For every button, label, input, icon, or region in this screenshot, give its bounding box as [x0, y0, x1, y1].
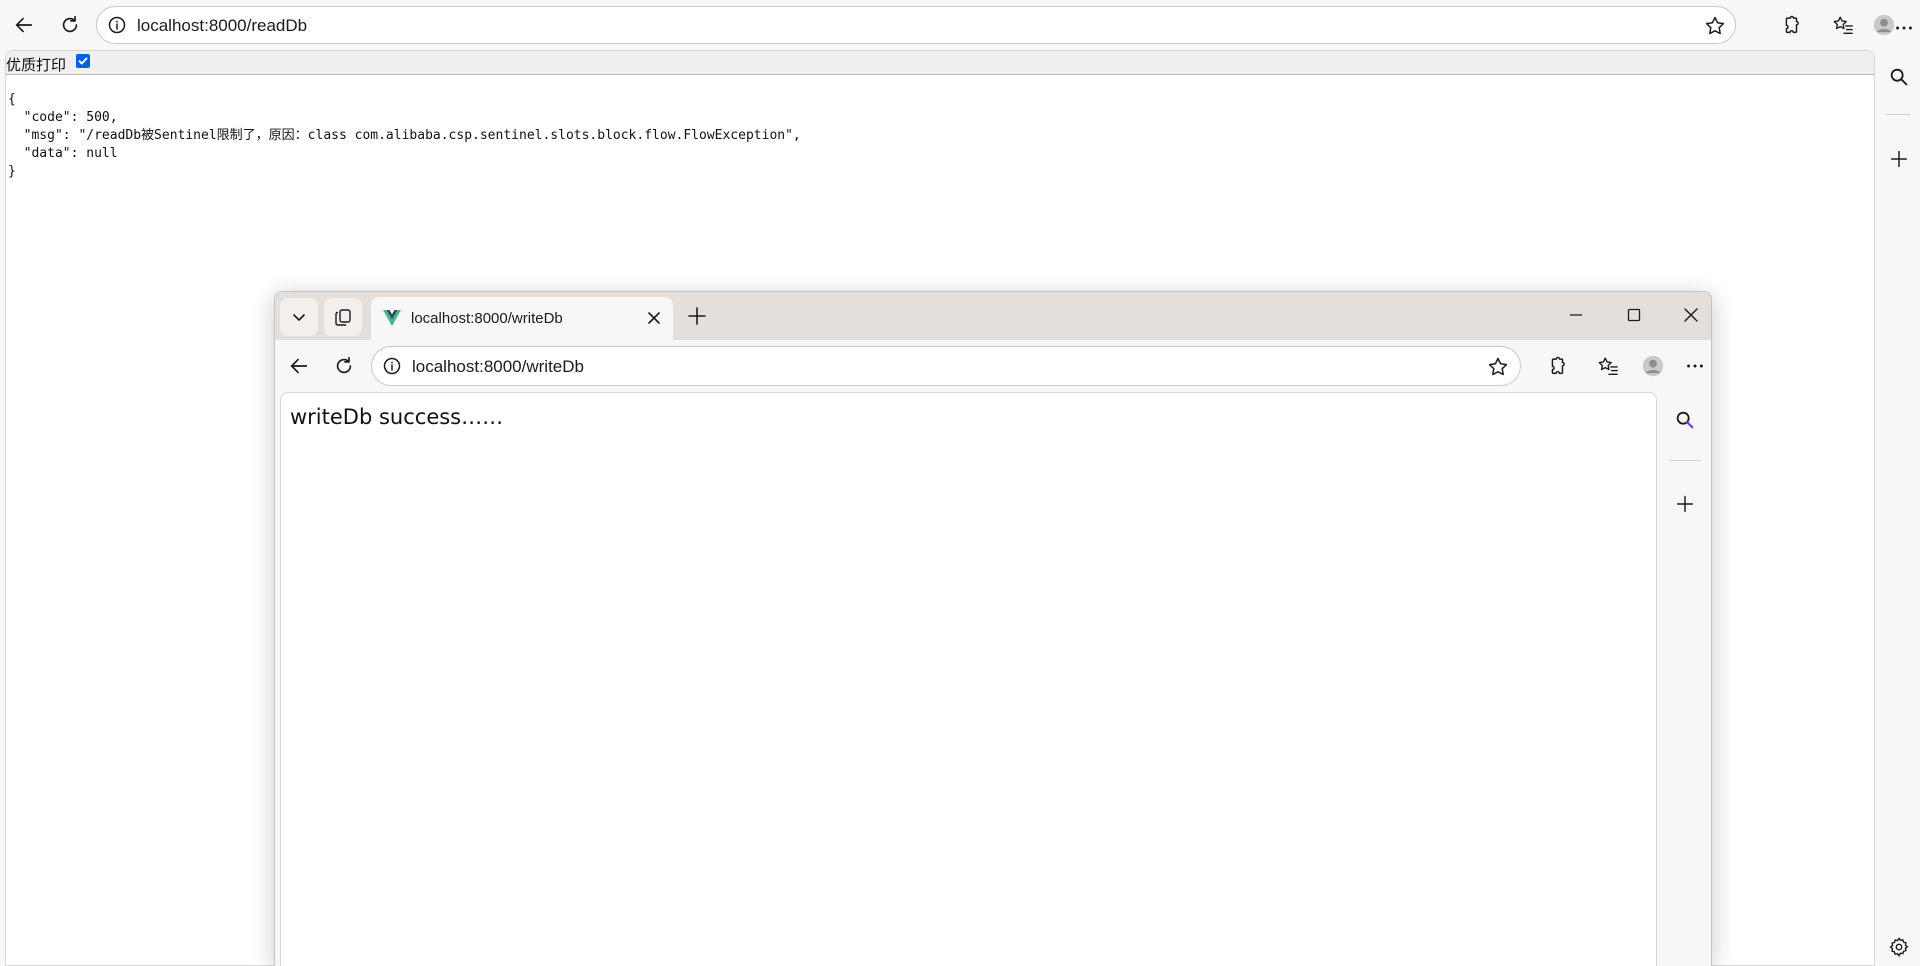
back-arrow-icon — [15, 17, 33, 33]
workspaces-button[interactable] — [324, 298, 362, 336]
new-tab-icon[interactable] — [685, 304, 709, 328]
chevron-down-icon — [293, 314, 305, 321]
address-bar[interactable]: localhost:8000/readDb — [96, 6, 1736, 44]
tab-title[interactable]: localhost:8000/writeDb — [411, 310, 563, 327]
maximize-icon — [1627, 308, 1641, 322]
refresh-icon — [336, 356, 352, 374]
back-arrow-icon — [290, 358, 308, 374]
puzzle-icon — [1785, 15, 1799, 34]
sidebar-divider — [1886, 114, 1910, 115]
refresh-icon — [62, 15, 78, 33]
vue-logo-icon — [383, 310, 401, 326]
write-success-message: writeDb success…… — [290, 405, 504, 429]
popup-extensions-button[interactable] — [1543, 352, 1571, 380]
favorite-star-icon[interactable] — [1703, 14, 1727, 38]
checkmark-icon — [78, 57, 88, 65]
address-url[interactable]: localhost:8000/readDb — [137, 16, 307, 36]
close-tab-icon[interactable] — [645, 309, 663, 327]
favorites-button[interactable] — [1827, 9, 1859, 41]
tab-writedb[interactable]: localhost:8000/writeDb — [371, 297, 673, 340]
close-window-button[interactable] — [1678, 302, 1704, 328]
outer-toolbar: localhost:8000/readDb — [0, 0, 1920, 50]
site-info-icon[interactable] — [107, 15, 127, 35]
favorites-list-icon — [1598, 357, 1618, 375]
print-option-checkbox[interactable] — [76, 54, 90, 68]
site-info-icon[interactable] — [382, 356, 402, 376]
favorites-list-icon — [1833, 16, 1853, 34]
minimize-icon — [1570, 314, 1582, 316]
popup-more-button[interactable] — [1681, 352, 1709, 380]
back-button[interactable] — [8, 9, 40, 41]
avatar-icon — [1642, 355, 1664, 377]
collections-icon — [335, 309, 351, 326]
tab-strip: localhost:8000/writeDb — [275, 292, 1711, 340]
popup-sidebar-add-button[interactable] — [1671, 490, 1699, 518]
popup-toolbar: localhost:8000/writeDb — [275, 340, 1711, 392]
puzzle-icon — [1551, 356, 1565, 375]
popup-browser-window: localhost:8000/writeDb localhost:8000/wr… — [274, 291, 1712, 966]
favorite-star-icon[interactable] — [1486, 355, 1510, 379]
close-icon — [1684, 308, 1698, 322]
print-option-bar: 优质打印 — [6, 51, 1874, 75]
popup-sidebar — [1659, 392, 1711, 966]
more-dots-icon — [1687, 364, 1703, 368]
plus-icon — [1890, 150, 1908, 168]
print-option-label: 优质打印 — [6, 56, 67, 74]
popup-favorites-button[interactable] — [1594, 352, 1622, 380]
popup-page-content: writeDb success…… — [280, 392, 1657, 966]
maximize-button[interactable] — [1621, 302, 1647, 328]
tab-actions-button[interactable] — [280, 298, 318, 336]
search-icon — [1676, 411, 1694, 429]
json-response: { "code": 500, "msg": "/readDb被Sentinel限… — [8, 92, 801, 179]
refresh-button[interactable] — [54, 9, 86, 41]
popup-address-url[interactable]: localhost:8000/writeDb — [412, 357, 584, 377]
popup-profile-button[interactable] — [1639, 352, 1667, 380]
outer-sidebar — [1876, 50, 1920, 966]
sidebar-settings-button[interactable] — [1886, 934, 1912, 960]
popup-address-bar[interactable]: localhost:8000/writeDb — [371, 346, 1521, 386]
extensions-button[interactable] — [1775, 9, 1807, 41]
sidebar-add-button[interactable] — [1886, 146, 1912, 172]
search-icon — [1890, 68, 1908, 86]
settings-more-button[interactable] — [1888, 12, 1920, 44]
gear-icon — [1889, 937, 1909, 957]
sidebar-divider — [1669, 460, 1701, 461]
popup-sidebar-search-button[interactable] — [1671, 406, 1699, 434]
plus-icon — [1676, 495, 1694, 513]
more-dots-icon — [1896, 26, 1912, 30]
minimize-button[interactable] — [1563, 302, 1589, 328]
sidebar-search-button[interactable] — [1886, 64, 1912, 90]
popup-refresh-button[interactable] — [330, 352, 358, 380]
popup-back-button[interactable] — [285, 352, 313, 380]
